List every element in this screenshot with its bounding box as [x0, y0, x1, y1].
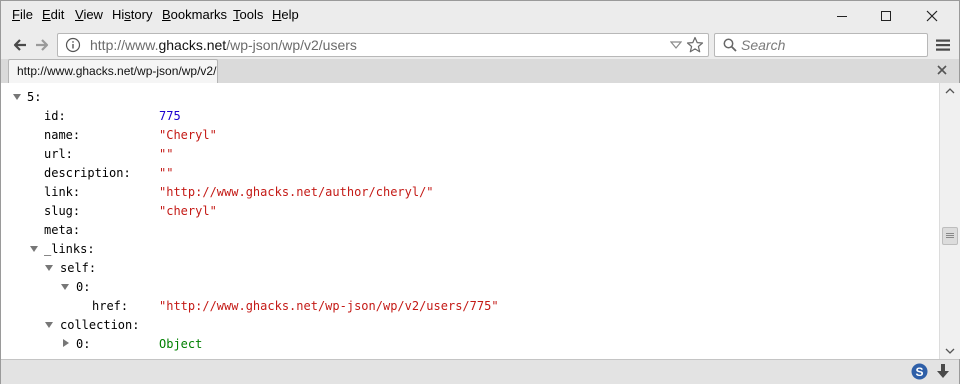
url-bar[interactable]: http://www.ghacks.net/wp-json/wp/v2/user…: [57, 33, 709, 57]
menu-edit[interactable]: Edit: [42, 7, 64, 22]
star-icon[interactable]: [686, 36, 704, 54]
collapse-toggle[interactable]: [63, 339, 69, 347]
json-key: href:: [92, 299, 129, 313]
expand-toggle[interactable]: [30, 246, 38, 252]
menu-history[interactable]: History: [112, 7, 152, 22]
menu-bar: File Edit View History Bookmarks Tools H…: [1, 1, 959, 31]
json-value: "cheryl": [159, 204, 217, 218]
expand-toggle[interactable]: [45, 322, 53, 328]
tab-strip: http://www.ghacks.net/wp-json/wp/v2/user…: [1, 59, 959, 84]
forward-button[interactable]: [32, 35, 52, 55]
json-key: name:: [44, 128, 81, 142]
search-placeholder: Search: [741, 37, 786, 53]
download-icon[interactable]: [935, 363, 951, 380]
browser-window: File Edit View History Bookmarks Tools H…: [0, 0, 960, 384]
navigation-bar: http://www.ghacks.net/wp-json/wp/v2/user…: [1, 31, 959, 59]
maximize-button[interactable]: [863, 1, 909, 31]
expand-toggle[interactable]: [13, 94, 21, 100]
chevron-down-icon[interactable]: [670, 40, 682, 50]
url-text[interactable]: http://www.ghacks.net/wp-json/wp/v2/user…: [90, 37, 357, 53]
json-key: slug:: [44, 204, 81, 218]
json-key: id:: [44, 109, 66, 123]
json-key: description:: [44, 166, 131, 180]
menu-help[interactable]: Help: [272, 7, 299, 22]
hamburger-icon: [936, 39, 950, 51]
search-icon: [723, 38, 737, 52]
json-value: 775: [159, 109, 181, 123]
close-window-button[interactable]: [909, 1, 955, 31]
scrollbar-thumb[interactable]: [942, 227, 958, 245]
json-key: url:: [44, 147, 73, 161]
menu-view[interactable]: View: [75, 7, 103, 22]
json-value: "": [159, 166, 174, 180]
info-icon[interactable]: [65, 37, 81, 53]
menu-bookmarks[interactable]: Bookmarks: [162, 7, 227, 22]
chevron-down-icon: [945, 348, 955, 354]
json-value[interactable]: "http://www.ghacks.net/author/cheryl/": [159, 183, 434, 201]
json-key: 0:: [76, 337, 91, 351]
menu-button[interactable]: [933, 35, 953, 55]
minimize-icon: [837, 16, 847, 17]
maximize-icon: [881, 11, 891, 21]
json-value: Object: [159, 337, 203, 351]
arrow-left-icon: [13, 39, 26, 51]
json-key: 0:: [76, 280, 91, 294]
clipped-previous-line: [33, 83, 413, 85]
json-value[interactable]: "http://www.ghacks.net/wp-json/wp/v2/use…: [159, 297, 499, 315]
json-viewer: 5: id: 775 name: "Cheryl" url: "" descri…: [1, 83, 939, 359]
json-key: meta:: [44, 223, 81, 237]
back-button[interactable]: [10, 35, 30, 55]
svg-text:S: S: [915, 365, 923, 379]
s-extension-icon[interactable]: S: [911, 363, 928, 380]
json-key: collection:: [60, 318, 140, 332]
arrow-right-icon: [36, 39, 49, 51]
chevron-up-icon: [945, 88, 955, 94]
search-bar[interactable]: Search: [714, 33, 928, 57]
json-key: _links:: [44, 242, 95, 256]
scroll-down-button[interactable]: [940, 343, 960, 359]
json-key: link:: [44, 185, 81, 199]
menu-tools[interactable]: Tools: [233, 7, 263, 22]
expand-toggle[interactable]: [45, 265, 53, 271]
json-value: "Cheryl": [159, 128, 217, 142]
tab-title: http://www.ghacks.net/wp-json/wp/v2/user…: [17, 64, 217, 78]
json-key: self:: [60, 261, 97, 275]
close-icon: [926, 10, 938, 22]
expand-toggle[interactable]: [61, 284, 69, 290]
json-value: "": [159, 147, 174, 161]
json-row: 5:: [27, 90, 42, 104]
scroll-up-button[interactable]: [940, 83, 960, 99]
vertical-scrollbar[interactable]: [939, 83, 960, 359]
minimize-button[interactable]: [819, 1, 865, 31]
menu-file[interactable]: File: [12, 7, 33, 22]
close-tab-icon[interactable]: [936, 64, 948, 76]
tab-active[interactable]: http://www.ghacks.net/wp-json/wp/v2/user…: [8, 59, 218, 83]
status-bar: S: [1, 359, 959, 384]
